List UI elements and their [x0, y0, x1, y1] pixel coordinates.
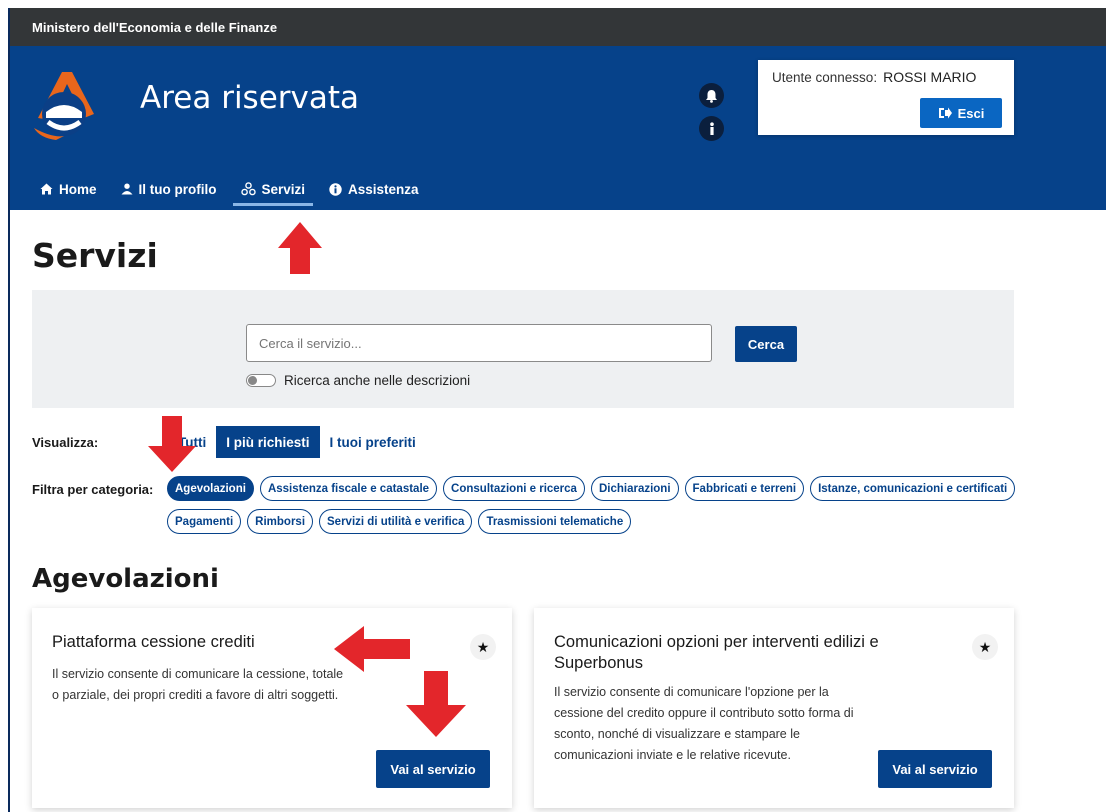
card-title: Comunicazioni opzioni per interventi edi…: [554, 633, 879, 672]
category-chip[interactable]: Dichiarazioni: [590, 476, 679, 501]
page-title: Servizi: [32, 236, 158, 275]
site-header: Area riservata Utente connesso: ROSSI MAR…: [10, 46, 1106, 168]
description-search-toggle[interactable]: [246, 374, 276, 387]
user-card: Utente connesso: ROSSI MARIO Esci: [758, 60, 1014, 135]
description-search-toggle-row: Ricerca anche nelle descrizioni: [246, 373, 470, 388]
card-description: Il servizio consente di comunicare la ce…: [52, 667, 344, 702]
search-input[interactable]: [246, 324, 712, 362]
category-chip[interactable]: Istanze, comunicazioni e certificati: [810, 476, 1016, 501]
toggle-label: Ricerca anche nelle descrizioni: [284, 373, 471, 388]
info-icon[interactable]: [699, 116, 724, 141]
ministry-bar: Ministero dell'Economia e delle Finanze: [10, 8, 1106, 46]
filter-label: Filtra per categoria:: [32, 482, 154, 497]
category-chip[interactable]: Agevolazioni: [167, 476, 254, 501]
category-chip[interactable]: Rimborsi: [247, 509, 314, 534]
go-to-service-button[interactable]: Vai al servizio: [376, 750, 490, 788]
nav-label-services: Servizi: [261, 181, 306, 197]
star-icon[interactable]: ★: [972, 634, 998, 660]
bell-icon[interactable]: [699, 83, 724, 108]
main-nav: Home Il tuo profilo Servizi Assistenza: [10, 168, 1106, 210]
nav-item-profile[interactable]: Il tuo profilo: [113, 168, 225, 210]
annotation-arrow-left: [334, 626, 410, 672]
category-chip[interactable]: Pagamenti: [167, 509, 242, 534]
nav-item-assistance[interactable]: Assistenza: [321, 168, 427, 210]
user-label: Utente connesso:: [772, 70, 878, 85]
agenzia-entrate-logo[interactable]: [32, 68, 94, 140]
nav-item-services[interactable]: Servizi: [232, 168, 314, 210]
sign-out-icon: [938, 107, 952, 119]
category-chip[interactable]: Trasmissioni telematiche: [478, 509, 632, 534]
card-description: Il servizio consente di comunicare l'opz…: [554, 685, 854, 762]
user-name: ROSSI MARIO: [883, 69, 977, 85]
app-title: Area riservata: [140, 80, 360, 116]
nav-item-home[interactable]: Home: [32, 168, 105, 210]
page-frame: Ministero dell'Economia e delle Finanze …: [8, 8, 1106, 812]
view-option-most-requested[interactable]: I più richiesti: [216, 426, 320, 458]
search-button[interactable]: Cerca: [735, 326, 797, 362]
annotation-arrow-down: [406, 671, 466, 737]
category-chip[interactable]: Fabbricati e terreni: [684, 476, 805, 501]
section-title: Agevolazioni: [32, 564, 219, 594]
category-chip[interactable]: Consultazioni e ricerca: [443, 476, 585, 501]
category-filter-chips: Agevolazioni Assistenza fiscale e catast…: [167, 476, 1027, 534]
nav-label-assistance: Assistenza: [348, 181, 419, 197]
home-icon: [40, 183, 53, 195]
exit-label: Esci: [957, 105, 985, 121]
nav-label-home: Home: [59, 181, 97, 197]
view-selector: Visualizza: Tutti I più richiesti I tuoi…: [32, 426, 426, 458]
category-chip[interactable]: Servizi di utilità e verifica: [319, 509, 473, 534]
category-chip[interactable]: Assistenza fiscale e catastale: [259, 476, 438, 501]
go-to-service-button[interactable]: Vai al servizio: [878, 750, 992, 788]
view-option-favorites[interactable]: I tuoi preferiti: [320, 426, 426, 458]
exit-button[interactable]: Esci: [920, 98, 1002, 128]
annotation-arrow-down-diagonal: [148, 416, 196, 472]
nav-label-profile: Il tuo profilo: [138, 181, 217, 197]
annotation-arrow-up: [278, 222, 322, 274]
services-icon: [240, 182, 256, 196]
ministry-name[interactable]: Ministero dell'Economia e delle Finanze: [32, 20, 277, 35]
service-card: Comunicazioni opzioni per interventi edi…: [534, 608, 1014, 808]
user-icon: [121, 183, 133, 195]
star-icon[interactable]: ★: [470, 634, 496, 660]
info-circle-icon: [329, 182, 342, 196]
search-panel: Cerca Ricerca anche nelle descrizioni: [32, 290, 1014, 408]
